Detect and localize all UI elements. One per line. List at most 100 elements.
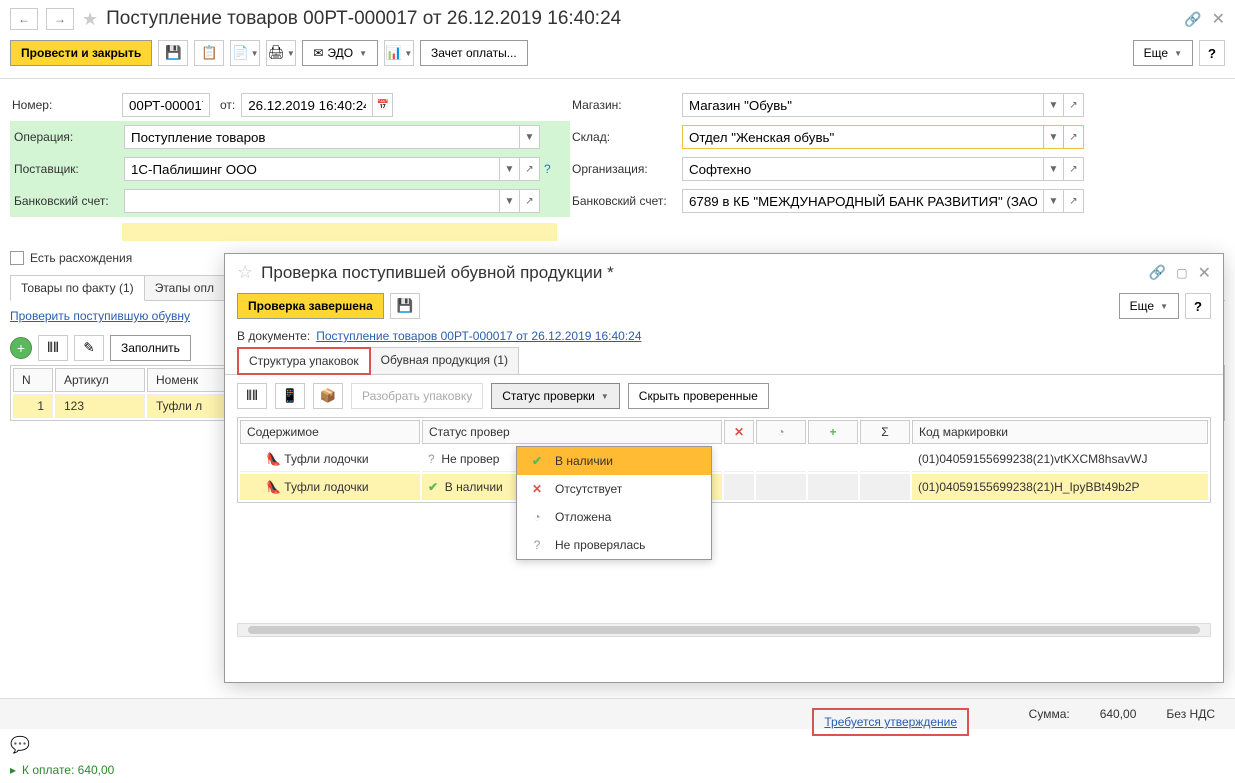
post-and-close-button[interactable]: Провести и закрыть bbox=[10, 40, 152, 66]
col-article: Артикул bbox=[55, 368, 145, 392]
arrow-right-icon: ▸ bbox=[10, 763, 16, 777]
operation-dropdown-button[interactable]: ▼ bbox=[520, 125, 540, 149]
dropdown-item-absent[interactable]: ✕ Отсутствует bbox=[517, 475, 711, 503]
calendar-icon: 📅 bbox=[377, 100, 389, 111]
operation-input[interactable] bbox=[124, 125, 520, 149]
table-row[interactable]: 👠 Туфли лодочки ✔ В наличии (01)04059155… bbox=[240, 474, 1208, 500]
org-input[interactable] bbox=[682, 157, 1044, 181]
to-pay-link[interactable]: К оплате: 640,00 bbox=[22, 763, 114, 777]
print-button[interactable]: 🖨▼ bbox=[266, 40, 296, 66]
nav-back-button[interactable]: ← bbox=[10, 8, 38, 30]
operation-label: Операция: bbox=[12, 130, 124, 144]
col-status: Статус провер bbox=[422, 420, 722, 444]
edo-button[interactable]: ✉ЭДО▼ bbox=[302, 40, 378, 66]
dialog-link-icon[interactable]: 🔗 bbox=[1149, 264, 1166, 281]
printer-icon: 🖨 bbox=[268, 45, 285, 61]
dialog-star-icon[interactable]: ☆ bbox=[237, 262, 253, 283]
create-based-button[interactable]: 📄▼ bbox=[230, 40, 260, 66]
shoe-icon: 👠 bbox=[266, 452, 281, 466]
tab-shoes[interactable]: Обувная продукция (1) bbox=[370, 347, 519, 375]
dialog-help-button[interactable]: ? bbox=[1185, 293, 1211, 319]
favorite-star-icon[interactable]: ★ bbox=[82, 9, 98, 30]
bank-acc-open-button[interactable]: ↗ bbox=[520, 189, 540, 213]
vat-label: Без НДС bbox=[1166, 707, 1215, 721]
bank-acc2-open-button[interactable]: ↗ bbox=[1064, 189, 1084, 213]
date-input[interactable] bbox=[241, 93, 373, 117]
tab-goods[interactable]: Товары по факту (1) bbox=[10, 275, 145, 301]
approval-link[interactable]: Требуется утверждение bbox=[824, 715, 957, 729]
table-row[interactable]: 👠 Туфли лодочки ? Не провер (01)04059155… bbox=[240, 446, 1208, 472]
in-doc-link[interactable]: Поступление товаров 00РТ-000017 от 26.12… bbox=[316, 329, 641, 343]
close-icon[interactable]: ✕ bbox=[1212, 9, 1225, 29]
check-done-button[interactable]: Проверка завершена bbox=[237, 293, 384, 319]
in-doc-label: В документе: bbox=[237, 329, 310, 343]
supplier-input[interactable] bbox=[124, 157, 500, 181]
floppy-icon: 💾 bbox=[165, 45, 182, 61]
edit-button[interactable]: ✎ bbox=[74, 335, 104, 361]
fill-button[interactable]: Заполнить bbox=[110, 335, 191, 361]
offset-payment-button[interactable]: Зачет оплаты... bbox=[420, 40, 528, 66]
message-icon[interactable]: 💬 bbox=[10, 735, 30, 755]
store-dropdown-button[interactable]: ▼ bbox=[1044, 93, 1064, 117]
tab-structure[interactable]: Структура упаковок bbox=[237, 347, 371, 375]
save-button[interactable]: 💾 bbox=[158, 40, 188, 66]
supplier-dropdown-button[interactable]: ▼ bbox=[500, 157, 520, 181]
report-button[interactable]: 📊▼ bbox=[384, 40, 414, 66]
store-label: Магазин: bbox=[570, 98, 682, 112]
status-dropdown-menu: ✔ В наличии ✕ Отсутствует ◔ Отложена ? Н… bbox=[516, 446, 712, 560]
dropdown-item-in-stock[interactable]: ✔ В наличии bbox=[517, 447, 711, 475]
clock-icon: ◔ bbox=[529, 510, 545, 524]
check-incoming-link[interactable]: Проверить поступившую обувну bbox=[10, 309, 190, 323]
dialog-scan-button[interactable]: 📱 bbox=[275, 383, 305, 409]
calendar-button[interactable]: 📅 bbox=[373, 93, 393, 117]
status-check-button[interactable]: Статус проверки▼ bbox=[491, 383, 620, 409]
approval-required-box: Требуется утверждение bbox=[812, 708, 969, 736]
barcode-button[interactable]: ⦀⦀ bbox=[38, 335, 68, 361]
bank-acc-dropdown-button[interactable]: ▼ bbox=[500, 189, 520, 213]
more-button[interactable]: Еще▼ bbox=[1133, 40, 1193, 66]
add-row-button[interactable]: + bbox=[10, 337, 32, 359]
dialog-box-button[interactable]: 📦 bbox=[313, 383, 343, 409]
store-input[interactable] bbox=[682, 93, 1044, 117]
store-open-button[interactable]: ↗ bbox=[1064, 93, 1084, 117]
window-title: Поступление товаров 00РТ-000017 от 26.12… bbox=[106, 8, 1176, 30]
dialog-close-icon[interactable]: ✕ bbox=[1198, 263, 1211, 283]
org-label: Организация: bbox=[570, 162, 682, 176]
post-icon: 📋 bbox=[201, 45, 218, 61]
bank-acc-input[interactable] bbox=[124, 189, 500, 213]
col-x-icon: ✕ bbox=[724, 420, 754, 444]
supplier-label: Поставщик: bbox=[12, 162, 124, 176]
hide-checked-button[interactable]: Скрыть проверенные bbox=[628, 383, 769, 409]
dialog-more-button[interactable]: Еще▼ bbox=[1119, 293, 1179, 319]
nav-forward-button[interactable]: → bbox=[46, 8, 74, 30]
bank-acc2-dropdown-button[interactable]: ▼ bbox=[1044, 189, 1064, 213]
horizontal-scrollbar[interactable] bbox=[237, 623, 1211, 637]
number-input[interactable] bbox=[122, 93, 210, 117]
help-button[interactable]: ? bbox=[1199, 40, 1225, 66]
discrepancies-checkbox[interactable] bbox=[10, 251, 24, 265]
org-dropdown-button[interactable]: ▼ bbox=[1044, 157, 1064, 181]
discrepancies-label: Есть расхождения bbox=[30, 251, 132, 265]
warehouse-input[interactable] bbox=[682, 125, 1044, 149]
warehouse-open-button[interactable]: ↗ bbox=[1064, 125, 1084, 149]
link-icon[interactable]: 🔗 bbox=[1184, 11, 1201, 28]
dialog-title: Проверка поступившей обувной продукции * bbox=[261, 263, 1141, 283]
col-sum-icon: Σ bbox=[860, 420, 910, 444]
warehouse-dropdown-button[interactable]: ▼ bbox=[1044, 125, 1064, 149]
dropdown-item-not-checked[interactable]: ? Не проверялась bbox=[517, 531, 711, 559]
bank-acc2-input[interactable] bbox=[682, 189, 1044, 213]
bank-acc-label: Банковский счет: bbox=[12, 194, 124, 208]
dropdown-item-deferred[interactable]: ◔ Отложена bbox=[517, 503, 711, 531]
doc-plus-icon: 📄 bbox=[232, 45, 249, 61]
dialog-maximize-icon[interactable]: ▢ bbox=[1176, 266, 1187, 280]
org-open-button[interactable]: ↗ bbox=[1064, 157, 1084, 181]
dialog-save-button[interactable]: 💾 bbox=[390, 293, 420, 319]
dialog-barcode-button[interactable]: ⦀⦀ bbox=[237, 383, 267, 409]
post-button[interactable]: 📋 bbox=[194, 40, 224, 66]
col-content: Содержимое bbox=[240, 420, 420, 444]
col-n: N bbox=[13, 368, 53, 392]
unpack-button[interactable]: Разобрать упаковку bbox=[351, 383, 483, 409]
supplier-open-button[interactable]: ↗ bbox=[520, 157, 540, 181]
tab-stages[interactable]: Этапы опл bbox=[144, 275, 225, 300]
supplier-help-icon[interactable]: ? bbox=[544, 162, 551, 176]
